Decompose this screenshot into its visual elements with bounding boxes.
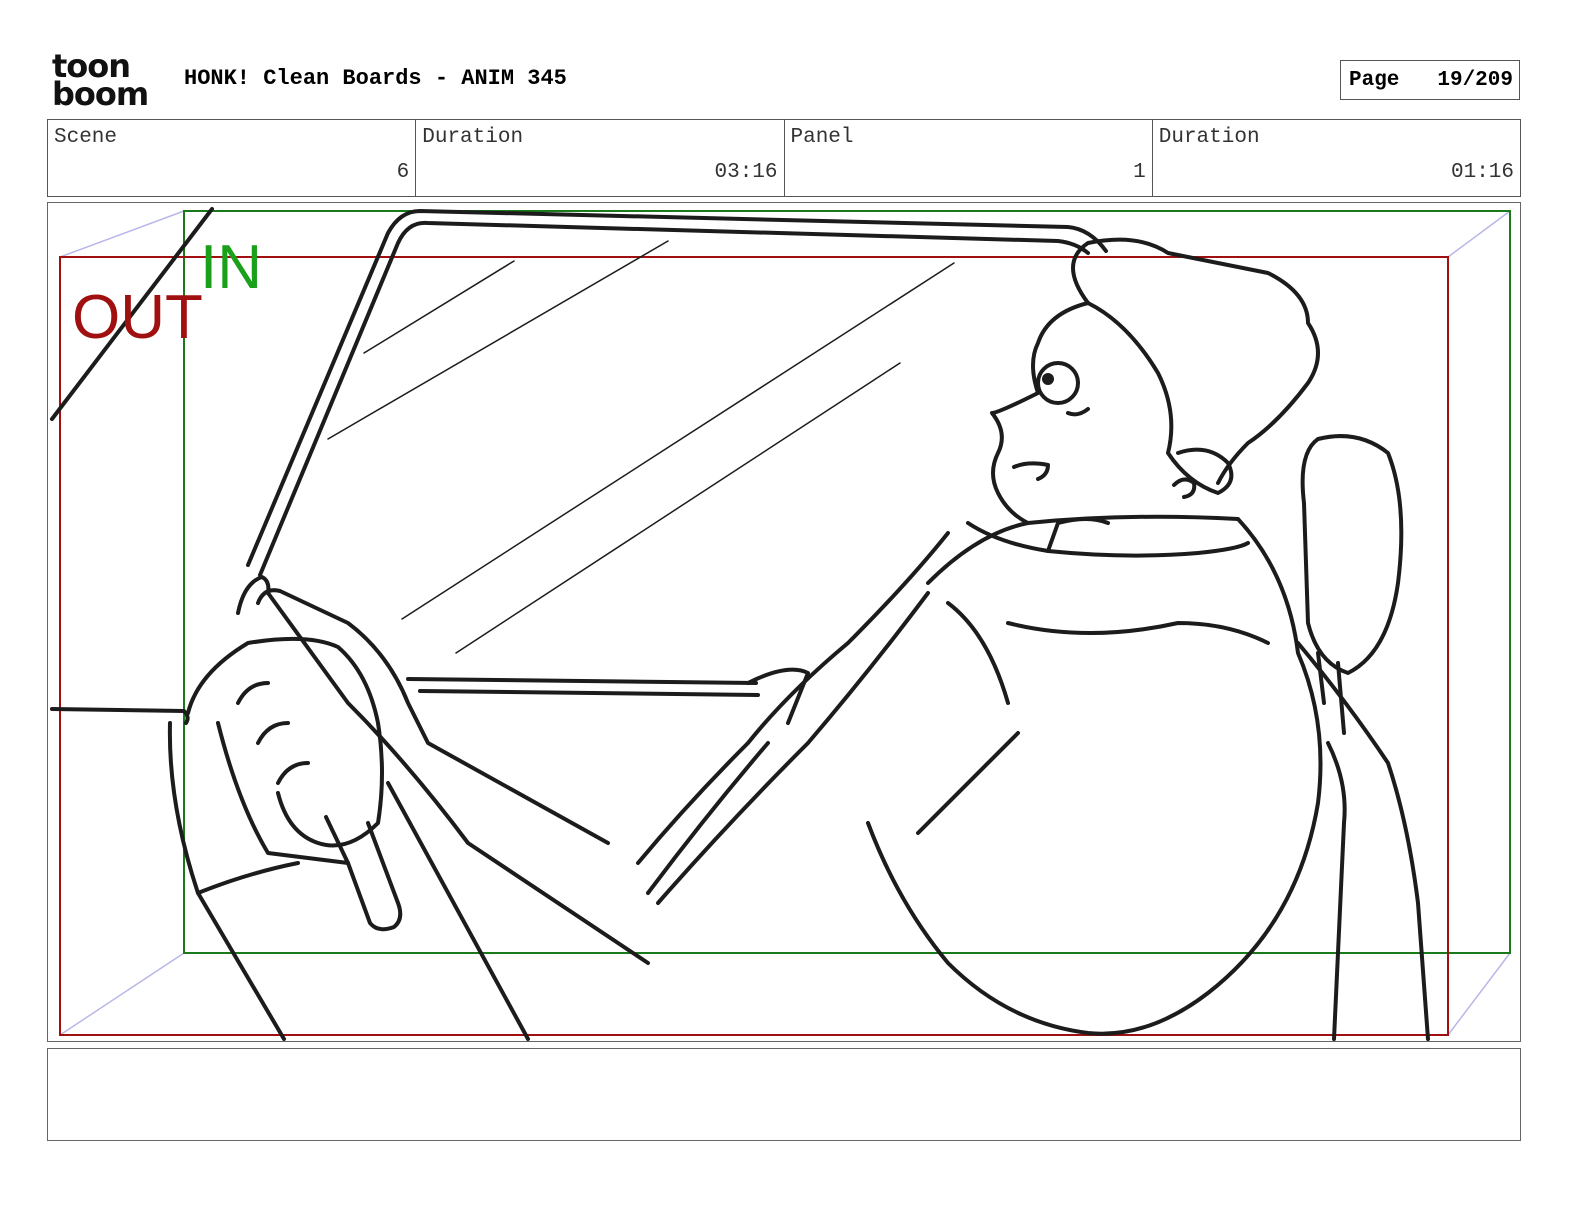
scene-value: 6 bbox=[396, 161, 410, 184]
out-frame-label: OUT bbox=[72, 283, 203, 352]
panel-notes bbox=[47, 1048, 1521, 1141]
scene-duration-cell: Duration 03:16 bbox=[416, 120, 785, 196]
page-indicator: Page 19/209 bbox=[1340, 60, 1520, 100]
document-title: HONK! Clean Boards - ANIM 345 bbox=[184, 66, 567, 91]
scene-label: Scene bbox=[54, 126, 118, 149]
panel-duration-value: 01:16 bbox=[1450, 161, 1514, 184]
out-frame bbox=[59, 256, 1449, 1036]
panel-cell: Panel 1 bbox=[785, 120, 1153, 196]
scene-cell: Scene 6 bbox=[48, 120, 417, 196]
page-label: Page bbox=[1349, 68, 1400, 92]
storyboard-panel: IN OUT bbox=[47, 202, 1521, 1042]
page-value: 19/209 bbox=[1437, 68, 1513, 92]
line-art-driver-in-car-icon bbox=[50, 207, 1511, 1041]
panel-duration-cell: Duration 01:16 bbox=[1153, 120, 1520, 196]
toon-boom-logo: toon boom bbox=[52, 50, 164, 113]
scene-duration-label: Duration bbox=[422, 126, 524, 149]
logo-line-2: boom bbox=[52, 75, 149, 113]
scene-duration-value: 03:16 bbox=[714, 161, 778, 184]
panel-value: 1 bbox=[1133, 161, 1146, 184]
panel-info-row: Scene 6 Duration 03:16 Panel 1 Duration … bbox=[47, 119, 1521, 197]
in-frame-label: IN bbox=[200, 233, 262, 302]
panel-duration-label: Duration bbox=[1158, 126, 1260, 149]
panel-label: Panel bbox=[790, 126, 854, 149]
